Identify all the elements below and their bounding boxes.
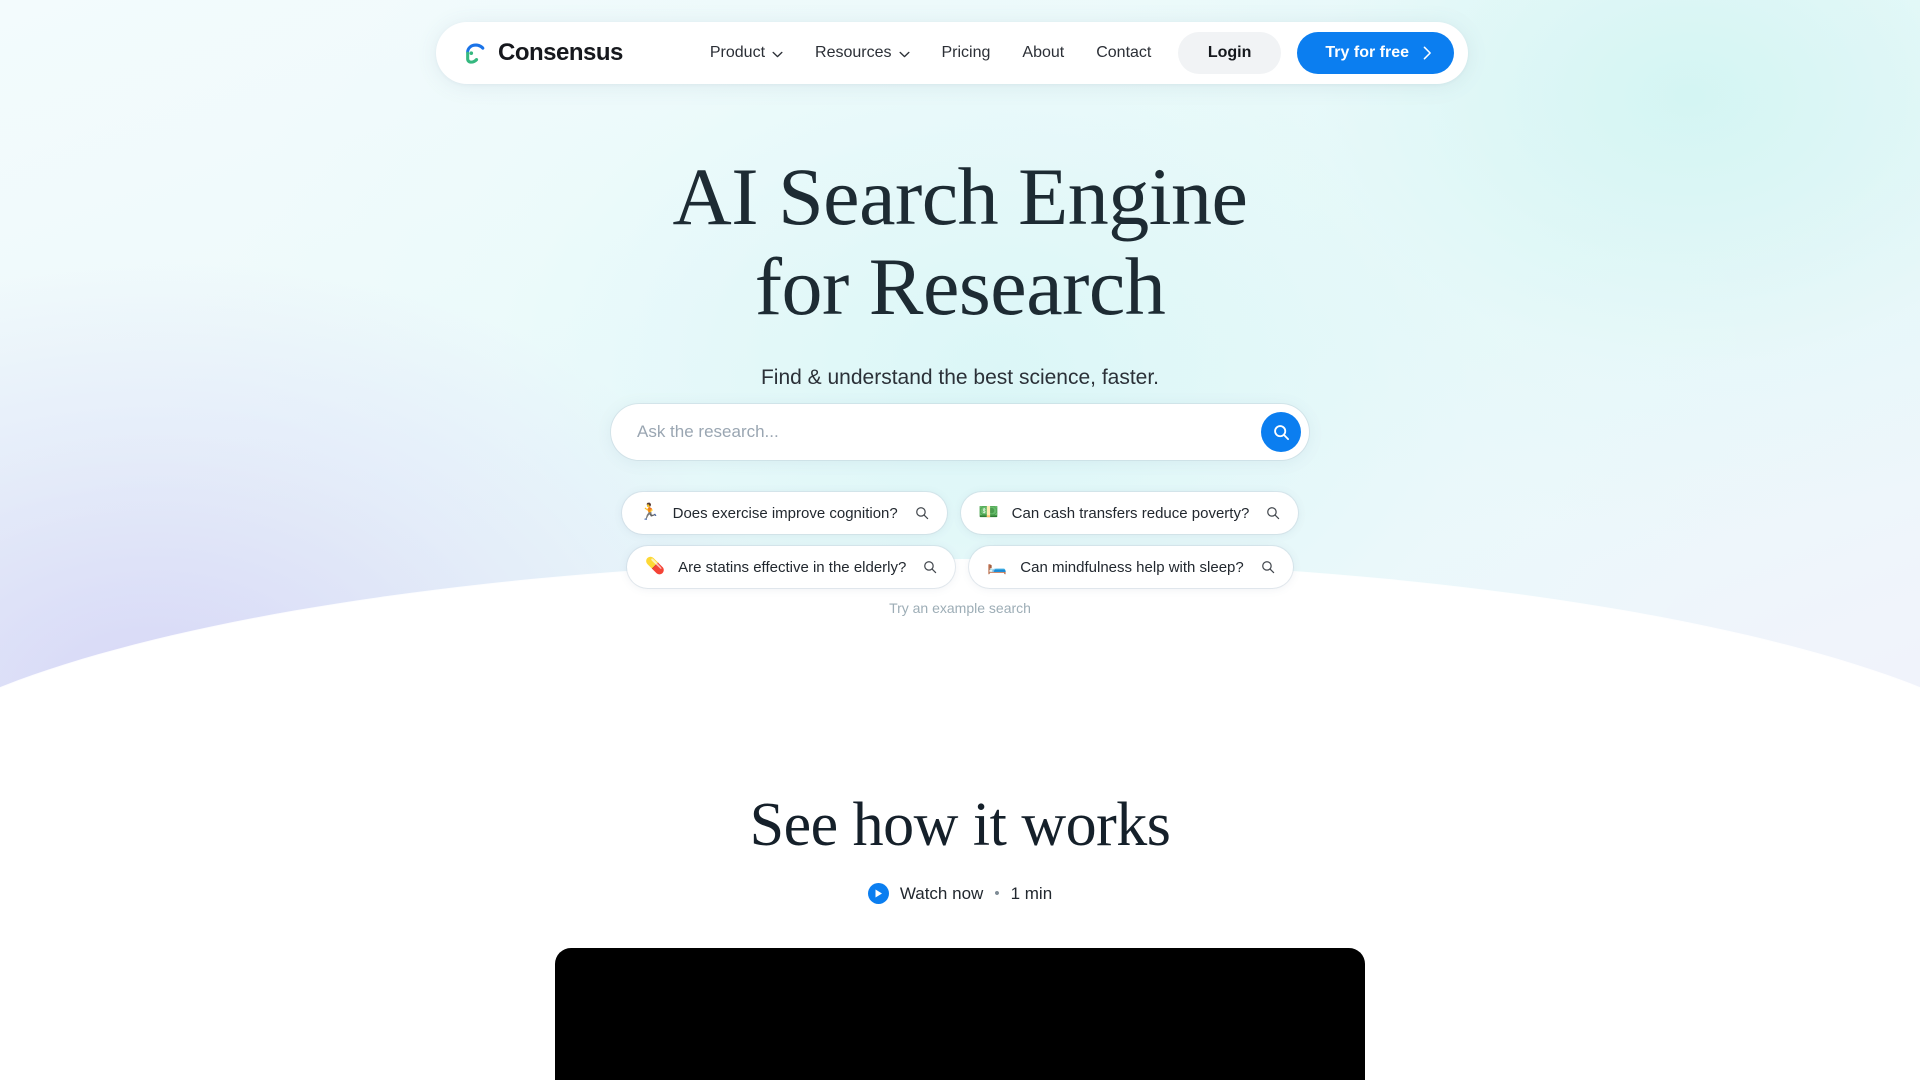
main-navbar: Consensus Product Resources Pricing Abou… [436,22,1468,84]
example-search-hint: Try an example search [889,600,1031,616]
nav-links: Product Resources Pricing About Contact [694,36,1167,70]
search-icon [1267,507,1280,520]
example-chip[interactable]: 🏃 Does exercise improve cognition? [621,492,947,534]
search-bar[interactable] [611,404,1309,460]
example-chip-label: Can mindfulness help with sleep? [1020,558,1244,576]
example-chip[interactable]: 🛏️ Can mindfulness help with sleep? [969,546,1293,588]
nav-actions: Login Try for free [1177,32,1454,74]
example-chip-label: Are statins effective in the elderly? [678,558,907,576]
brand-logo-link[interactable]: Consensus [462,39,623,67]
nav-item-label: Product [709,44,766,61]
how-it-works-title: See how it works [749,791,1171,859]
search-icon [1273,424,1289,440]
hero-title-line-2: for Research [754,241,1166,333]
search-icon [915,507,928,520]
watch-now-label[interactable]: Watch now [900,884,983,904]
chevron-right-icon [1423,46,1431,60]
nav-item-pricing[interactable]: Pricing [926,36,1007,70]
chevron-down-icon [772,51,783,57]
example-chip-label: Does exercise improve cognition? [672,504,898,522]
how-it-works-section: See how it works Watch now • 1 min [0,790,1920,904]
search-icon [924,561,937,574]
play-icon[interactable] [867,883,889,904]
money-emoji-icon: 💵 [978,504,999,521]
search-submit-button[interactable] [1261,412,1301,452]
example-chip-label: Can cash transfers reduce poverty? [1011,504,1250,522]
search-icon [1261,561,1274,574]
nav-item-resources[interactable]: Resources [799,36,925,70]
chevron-down-icon [898,51,910,57]
try-for-free-label: Try for free [1325,44,1409,61]
example-chips: 🏃 Does exercise improve cognition? 💵 Can… [0,492,1920,588]
nav-item-product[interactable]: Product [694,36,799,70]
example-chip[interactable]: 💊 Are statins effective in the elderly? [627,546,956,588]
watch-now-row: Watch now • 1 min [0,883,1920,904]
search-input[interactable] [637,422,1261,442]
example-chip[interactable]: 💵 Can cash transfers reduce poverty? [960,492,1299,534]
bed-emoji-icon: 🛏️ [987,558,1008,575]
nav-item-contact[interactable]: Contact [1080,36,1167,70]
login-button[interactable]: Login [1177,32,1282,74]
hero-subtitle: Find & understand the best science, fast… [760,366,1160,390]
hero-title-line-1: AI Search Engine [672,151,1248,242]
nav-item-label: About [1022,44,1065,61]
runner-emoji-icon: 🏃 [639,504,660,521]
pill-emoji-icon: 💊 [645,558,666,575]
nav-item-label: Contact [1096,44,1152,61]
meta-separator: • [994,885,1000,902]
try-for-free-button[interactable]: Try for free [1297,32,1454,74]
video-player[interactable] [555,948,1365,1080]
nav-item-label: Resources [815,44,892,61]
play-triangle-icon [875,889,882,898]
nav-item-label: Pricing [941,44,991,61]
consensus-c-logo-icon [466,43,485,64]
brand-name: Consensus [498,39,623,66]
video-duration: 1 min [1010,883,1053,903]
nav-item-about[interactable]: About [1006,36,1080,70]
